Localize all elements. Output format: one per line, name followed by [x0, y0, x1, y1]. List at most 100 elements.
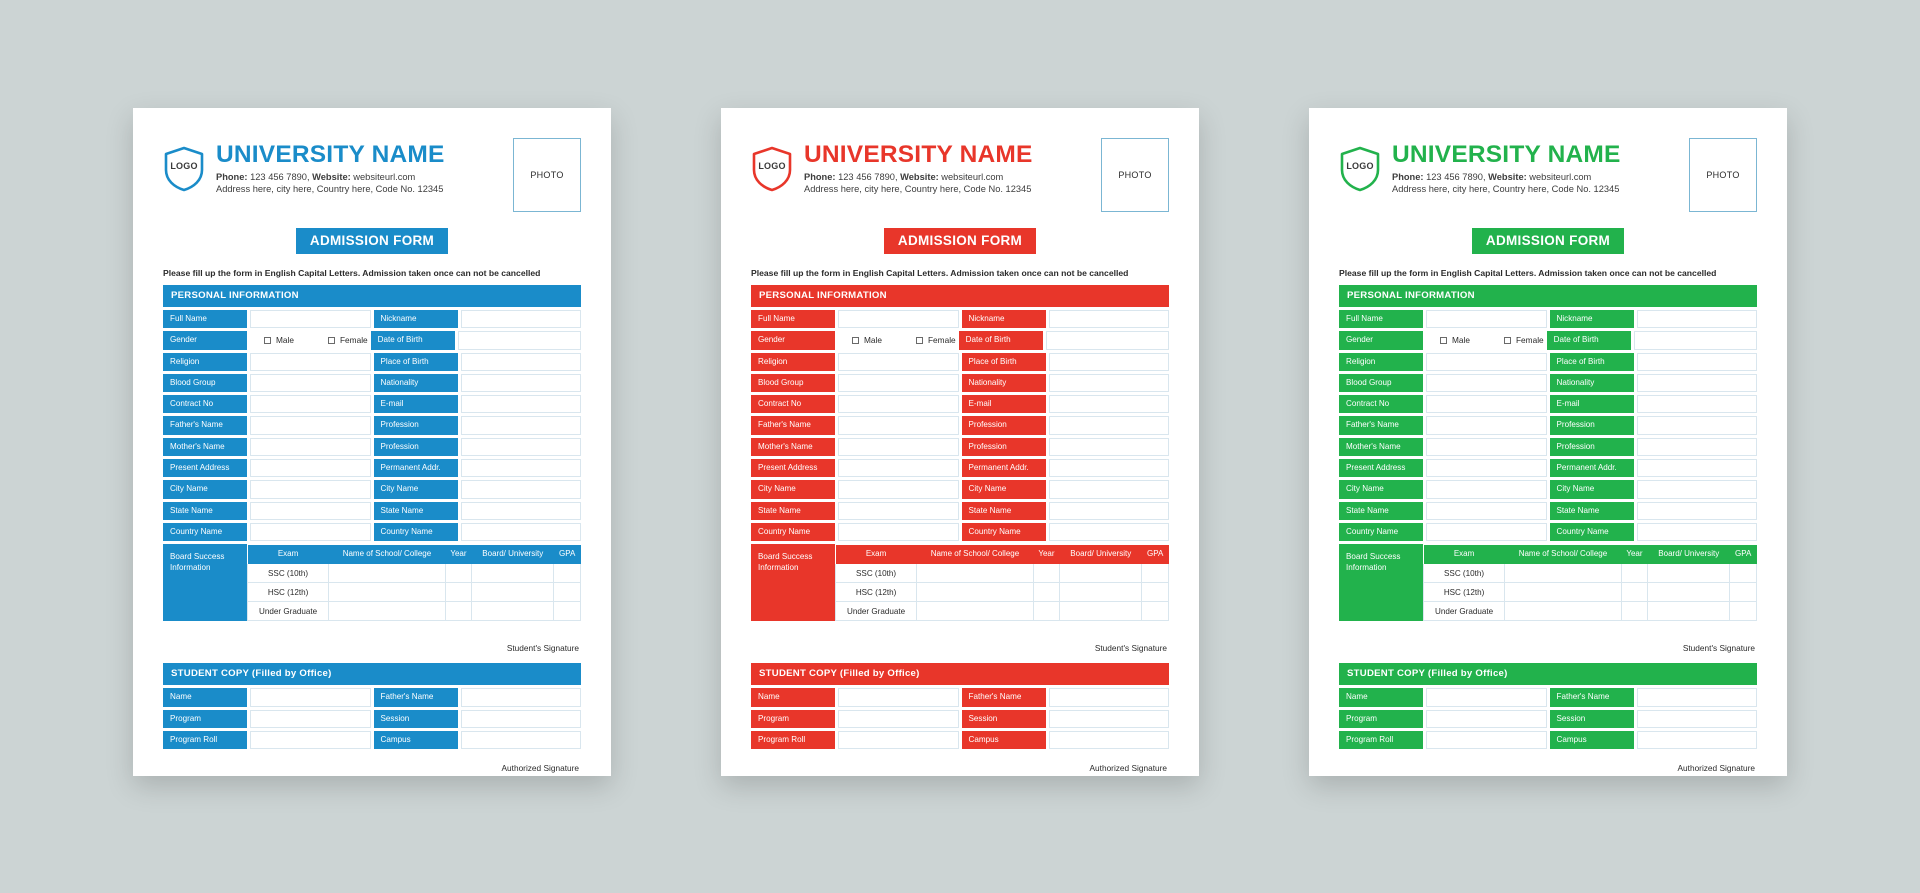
field-input[interactable] — [838, 730, 959, 750]
field-input[interactable] — [1633, 331, 1757, 350]
field-input[interactable] — [250, 522, 371, 542]
checkbox-male[interactable] — [1440, 336, 1447, 344]
board-cell[interactable] — [916, 601, 1034, 622]
gender-option-female[interactable]: Female — [915, 335, 956, 345]
field-input[interactable] — [1048, 395, 1169, 414]
field-input[interactable] — [1636, 459, 1757, 478]
field-input[interactable] — [1636, 437, 1757, 457]
board-cell[interactable] — [444, 601, 473, 622]
board-cell[interactable] — [1504, 601, 1622, 622]
board-cell[interactable] — [1059, 582, 1143, 603]
field-input[interactable] — [1048, 709, 1169, 728]
board-cell[interactable] — [553, 582, 581, 603]
field-input[interactable] — [460, 416, 581, 435]
field-input[interactable] — [250, 416, 371, 435]
field-input[interactable] — [1426, 352, 1547, 371]
field-input[interactable] — [1048, 416, 1169, 435]
field-input[interactable] — [460, 688, 581, 707]
field-input[interactable] — [250, 709, 371, 728]
field-input[interactable] — [838, 437, 959, 457]
field-input[interactable] — [1636, 688, 1757, 707]
board-cell[interactable] — [553, 563, 581, 584]
board-cell[interactable] — [328, 582, 446, 603]
board-cell[interactable] — [1504, 563, 1622, 584]
gender-option-female[interactable]: Female — [327, 335, 368, 345]
field-input[interactable] — [457, 331, 581, 350]
field-input[interactable] — [1426, 459, 1547, 478]
field-input[interactable] — [1636, 480, 1757, 499]
field-input[interactable] — [1048, 522, 1169, 542]
field-input[interactable] — [1426, 730, 1547, 750]
field-input[interactable] — [1045, 331, 1169, 350]
field-input[interactable] — [1426, 437, 1547, 457]
field-input[interactable] — [1426, 310, 1547, 329]
field-input[interactable] — [838, 709, 959, 728]
board-cell[interactable] — [1032, 601, 1061, 622]
field-input[interactable] — [1636, 416, 1757, 435]
field-input[interactable] — [460, 373, 581, 393]
field-input[interactable] — [1426, 395, 1547, 414]
field-input[interactable] — [1426, 709, 1547, 728]
board-cell[interactable] — [1647, 582, 1731, 603]
board-cell[interactable] — [1032, 582, 1061, 603]
checkbox-female[interactable] — [327, 336, 335, 344]
board-cell[interactable] — [1647, 563, 1731, 584]
field-input[interactable] — [838, 522, 959, 542]
board-cell[interactable] — [444, 582, 473, 603]
checkbox-female[interactable] — [1503, 336, 1511, 344]
field-input[interactable] — [838, 416, 959, 435]
board-cell[interactable] — [1141, 601, 1169, 622]
field-input[interactable] — [1048, 459, 1169, 478]
field-input[interactable] — [1048, 310, 1169, 329]
field-input[interactable] — [1048, 688, 1169, 707]
field-input[interactable] — [838, 310, 959, 329]
board-cell[interactable] — [1141, 563, 1169, 584]
field-input[interactable] — [460, 437, 581, 457]
field-input[interactable] — [1048, 437, 1169, 457]
field-input[interactable] — [250, 373, 371, 393]
field-input[interactable] — [1048, 352, 1169, 371]
field-input[interactable] — [250, 688, 371, 707]
field-input[interactable] — [1426, 373, 1547, 393]
field-input[interactable] — [1048, 480, 1169, 499]
board-cell[interactable] — [553, 601, 581, 622]
field-input[interactable] — [1048, 730, 1169, 750]
field-input[interactable] — [1636, 310, 1757, 329]
field-input[interactable] — [250, 730, 371, 750]
gender-option-male[interactable]: Male — [1440, 335, 1470, 345]
field-input[interactable] — [250, 310, 371, 329]
board-cell[interactable] — [1729, 563, 1757, 584]
gender-option-male[interactable]: Male — [852, 335, 882, 345]
field-input[interactable] — [460, 501, 581, 520]
field-input[interactable] — [1048, 373, 1169, 393]
field-input[interactable] — [460, 459, 581, 478]
field-input[interactable] — [1048, 501, 1169, 520]
board-cell[interactable] — [1504, 582, 1622, 603]
board-cell[interactable] — [1620, 563, 1649, 584]
field-input[interactable] — [460, 310, 581, 329]
board-cell[interactable] — [1647, 601, 1731, 622]
field-input[interactable] — [1636, 373, 1757, 393]
checkbox-male[interactable] — [264, 336, 271, 344]
field-input[interactable] — [838, 501, 959, 520]
field-input[interactable] — [460, 730, 581, 750]
field-input[interactable] — [250, 459, 371, 478]
field-input[interactable] — [1636, 395, 1757, 414]
board-cell[interactable] — [1059, 601, 1143, 622]
field-input[interactable] — [460, 709, 581, 728]
board-cell[interactable] — [1032, 563, 1061, 584]
field-input[interactable] — [1636, 522, 1757, 542]
board-cell[interactable] — [471, 582, 555, 603]
board-cell[interactable] — [444, 563, 473, 584]
field-input[interactable] — [1636, 352, 1757, 371]
checkbox-male[interactable] — [852, 336, 859, 344]
field-input[interactable] — [1636, 730, 1757, 750]
board-cell[interactable] — [1620, 601, 1649, 622]
field-input[interactable] — [1426, 522, 1547, 542]
field-input[interactable] — [460, 480, 581, 499]
field-input[interactable] — [250, 395, 371, 414]
board-cell[interactable] — [1059, 563, 1143, 584]
field-input[interactable] — [250, 437, 371, 457]
board-cell[interactable] — [328, 601, 446, 622]
field-input[interactable] — [460, 352, 581, 371]
